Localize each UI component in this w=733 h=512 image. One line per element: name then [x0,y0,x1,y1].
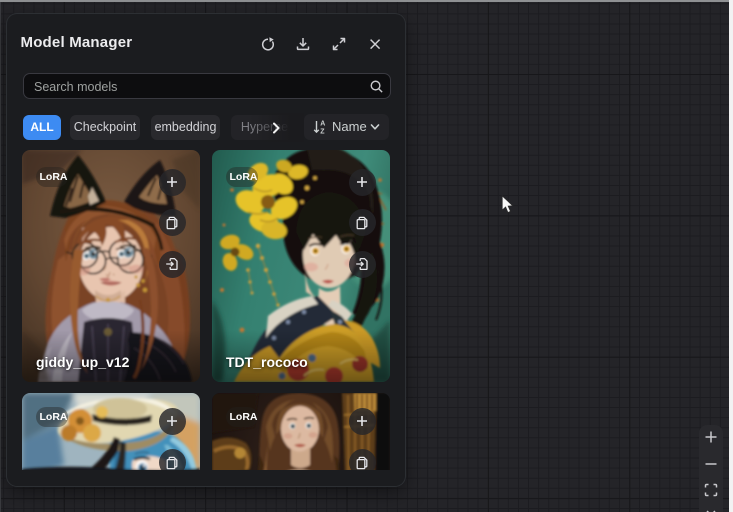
svg-text:A: A [320,121,325,128]
svg-text:Z: Z [320,129,325,136]
